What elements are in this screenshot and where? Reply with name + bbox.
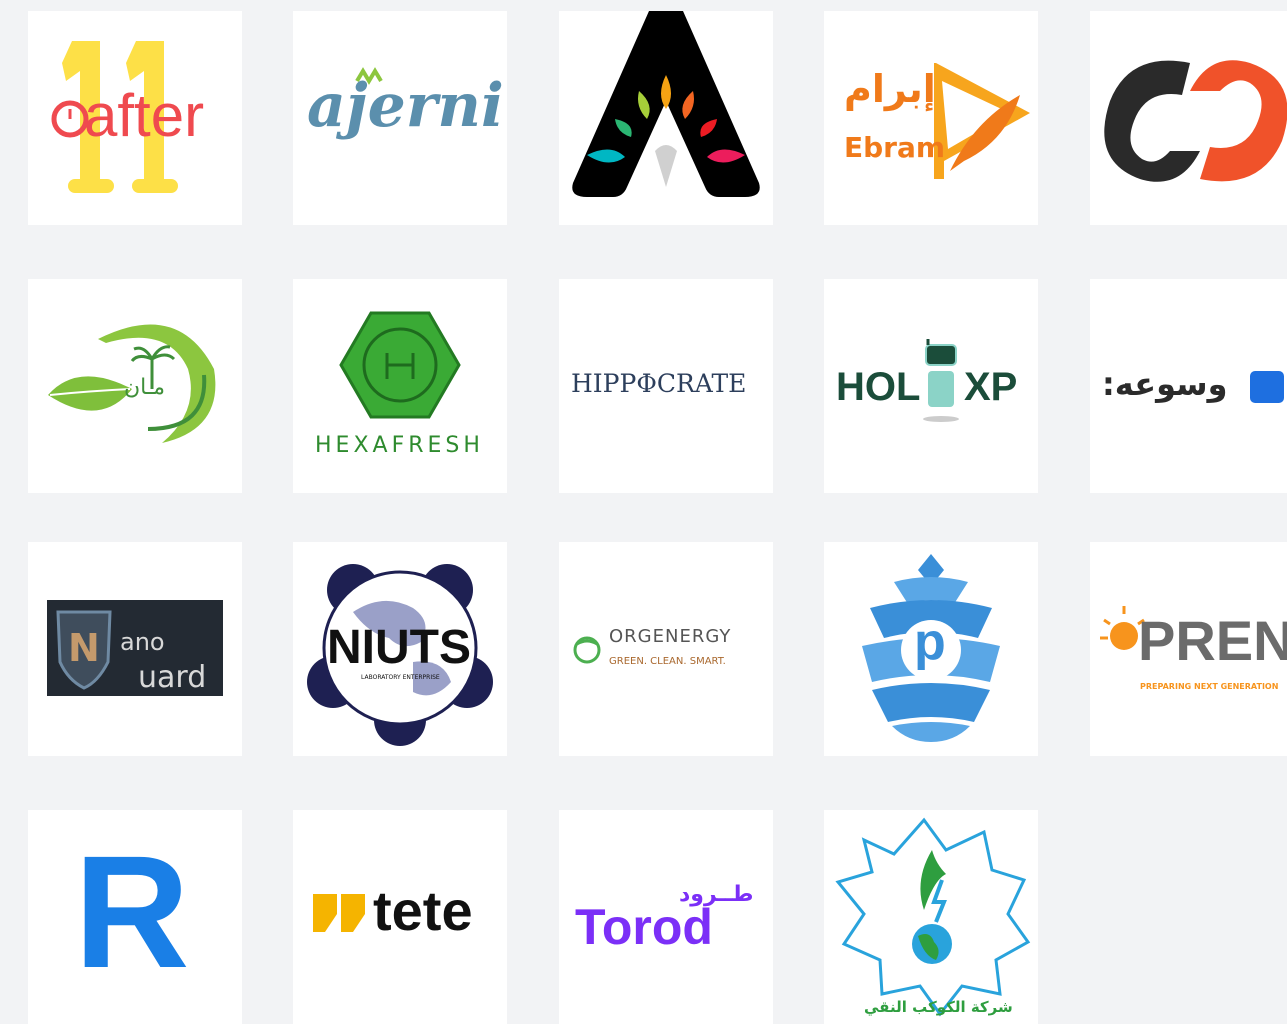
lightbulb-icon	[1110, 622, 1138, 650]
logo-card-nanoguard[interactable]: N ano uard	[28, 542, 242, 756]
splash-outline	[835, 817, 1031, 1017]
orgenergy-tagline: GREEN. CLEAN. SMART.	[609, 656, 726, 667]
ebram-logo-graphic	[934, 63, 1030, 179]
niuts-wordmark: NIUTS	[327, 621, 471, 674]
co-swirl-logo-graphic	[1104, 60, 1287, 182]
nanoguard-wordmark-bottom: uard	[138, 660, 207, 695]
logo-card-tete[interactable]: tete	[293, 810, 507, 1024]
torod-wordmark: Torod	[575, 899, 713, 955]
lightning-icon	[931, 879, 947, 923]
logo-card-hexafresh[interactable]: HEXAFRESH	[293, 279, 507, 493]
kawkab-arabic-wordmark: شركة الكوكب النقي	[864, 998, 1013, 1016]
hexafresh-logo-graphic	[339, 311, 461, 419]
holixp-wordmark-right: XP	[964, 365, 1018, 409]
logo-card-11after[interactable]: after	[28, 11, 242, 225]
logo-card-ebram[interactable]: إبرام Ebram	[824, 11, 1038, 225]
11after-wordmark: after	[84, 82, 205, 149]
orgenergy-wordmark: ORGENERGY	[609, 626, 732, 647]
logo-card-holixp[interactable]: HOL XP	[824, 279, 1038, 493]
logo-card-torod[interactable]: طــرود Torod	[559, 810, 773, 1024]
a-drops-logo-graphic	[572, 11, 760, 197]
hippocrate-wordmark: HIPPΦCRATE	[571, 369, 747, 398]
logo-card-leaf-palm[interactable]: مـان	[28, 279, 242, 493]
preng-wordmark: PRENG	[1138, 609, 1287, 672]
ebram-wordmark: Ebram	[844, 131, 946, 164]
orgenergy-logo-graphic	[573, 636, 601, 664]
logo-card-kawkab[interactable]: شركة الكوكب النقي	[824, 810, 1038, 1024]
quote-icon	[313, 894, 337, 932]
logo-card-wasea[interactable]: :وسوعه	[1090, 279, 1287, 493]
logo-card-orgenergy[interactable]: ORGENERGY GREEN. CLEAN. SMART.	[559, 542, 773, 756]
logo-card-a-drops[interactable]	[559, 11, 773, 225]
logo-card-preng[interactable]: PRENG PREPARING NEXT GENERATION	[1090, 542, 1287, 756]
logo-card-r[interactable]: R	[28, 810, 242, 1024]
tete-wordmark: tete	[373, 879, 473, 942]
r-logo-letter: R	[74, 822, 190, 1001]
logo-card-pinecone[interactable]: p	[824, 542, 1038, 756]
leaf-palm-arabic-text: مـان	[124, 375, 166, 400]
wasea-arabic-wordmark: :وسوعه	[1102, 365, 1228, 403]
nanoguard-letter: N	[68, 626, 100, 670]
logo-card-niuts[interactable]: NIUTS LABORATORY ENTERPRISE	[293, 542, 507, 756]
logo-card-co-swirl[interactable]	[1090, 11, 1287, 225]
nanoguard-wordmark-top: ano	[120, 628, 165, 656]
preng-tagline: PREPARING NEXT GENERATION	[1140, 682, 1279, 691]
robot-icon	[925, 344, 957, 366]
logo-card-ajerni[interactable]: ajerni	[293, 11, 507, 225]
niuts-subtitle: LABORATORY ENTERPRISE	[361, 674, 440, 681]
ebram-arabic-wordmark: إبرام	[844, 67, 936, 111]
kawkab-logo-graphic	[835, 817, 1031, 1017]
square-badge-icon	[1250, 371, 1284, 403]
holixp-wordmark-left: HOL	[836, 365, 921, 409]
logo-card-hippocrate[interactable]: HIPPΦCRATE	[559, 279, 773, 493]
ajerni-wordmark: ajerni	[307, 71, 504, 141]
hexafresh-wordmark: HEXAFRESH	[315, 433, 484, 458]
pinecone-letter: p	[914, 613, 946, 671]
